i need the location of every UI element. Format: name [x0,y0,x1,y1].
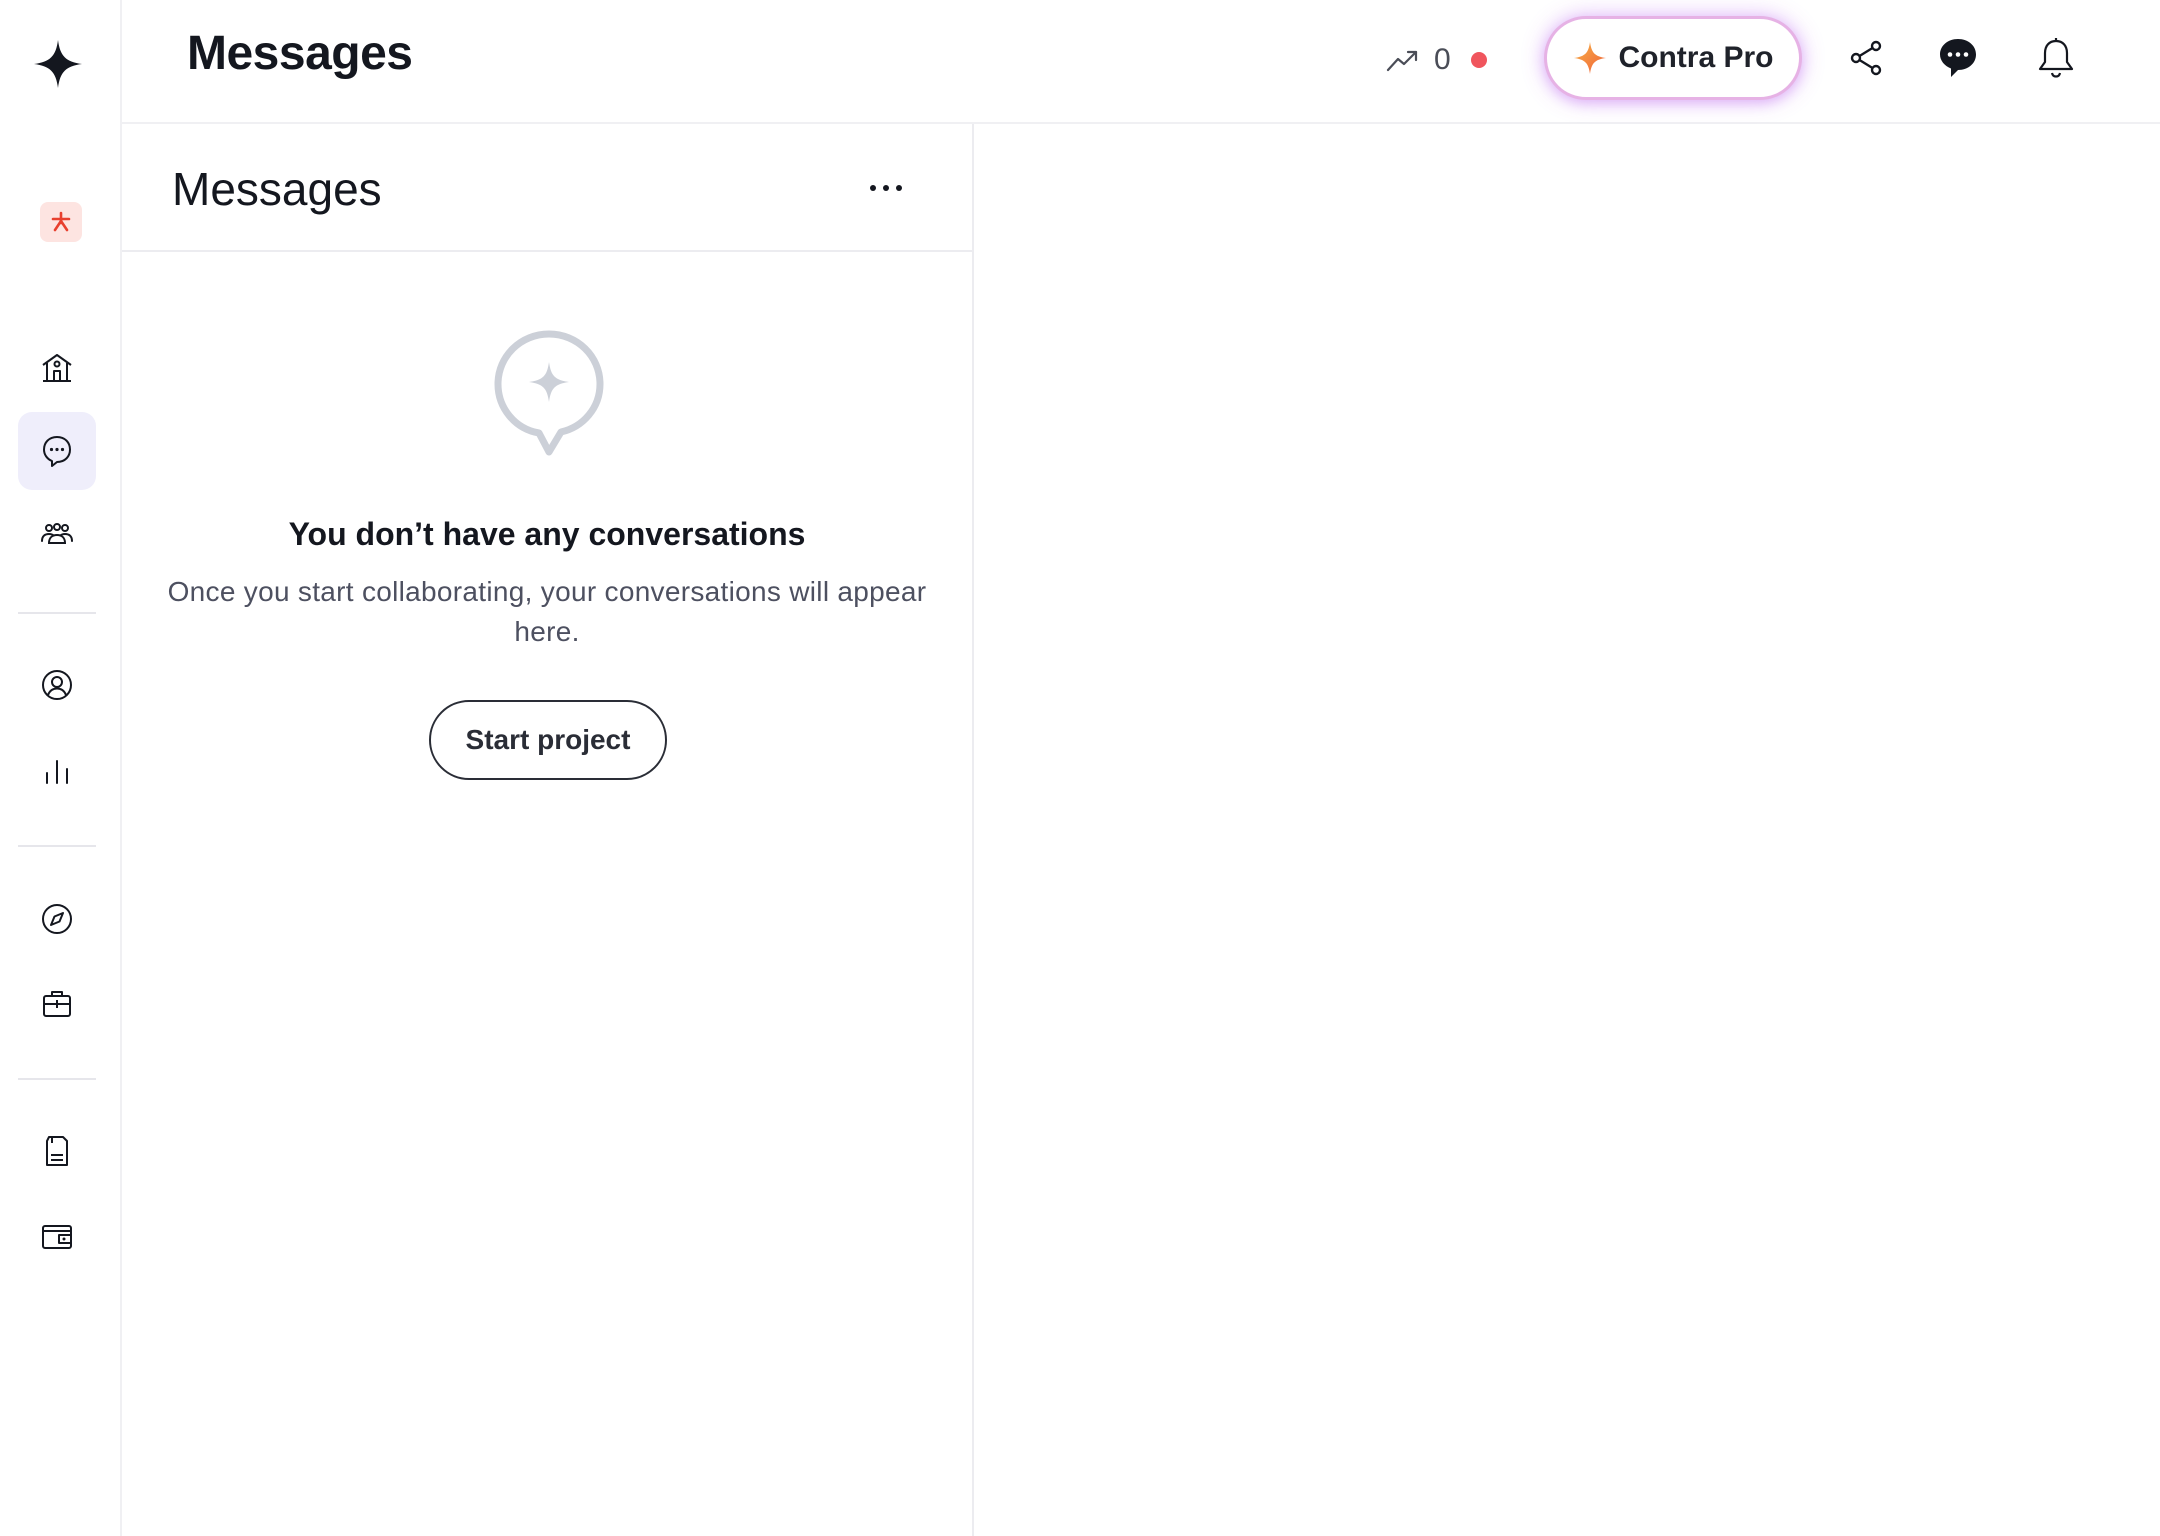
sidebar-item-community[interactable] [18,496,96,574]
document-icon [46,1136,68,1166]
sidebar-item-discover[interactable] [18,880,96,958]
asterisk-icon [51,211,71,232]
sidebar-divider [18,1078,96,1080]
sidebar-divider [18,845,96,847]
contra-logo-icon[interactable] [32,38,84,90]
empty-state-title: You don’t have any conversations [288,516,806,552]
trending-up-icon [1386,50,1418,72]
conversation-detail-pane [974,124,2160,1536]
chat-bubble-icon [43,436,71,467]
sidebar-item-home[interactable] [18,328,96,406]
messages-list-header: Messages [122,124,972,252]
chat-filled-icon [1940,39,1976,77]
wallet-icon [42,1225,72,1249]
chat-button[interactable] [1930,30,1986,86]
contra-pro-button[interactable]: Contra Pro [1544,16,1802,100]
start-project-button[interactable]: Start project [429,700,667,780]
sidebar-item-profile[interactable] [18,646,96,724]
share-icon [1850,40,1882,76]
bar-chart-icon [46,760,68,784]
contra-pro-label: Contra Pro [1618,41,1774,74]
notification-dot [1470,52,1487,68]
briefcase-icon [43,991,71,1017]
user-circle-icon [42,670,72,700]
messages-list-title: Messages [172,163,382,215]
more-options-button[interactable] [860,162,912,214]
bell-icon [2038,38,2074,78]
sidebar-item-analytics[interactable] [18,732,96,810]
sidebar-item-messages[interactable] [18,412,96,490]
empty-chat-sparkle-icon [494,330,604,456]
people-icon [41,523,73,544]
sidebar-item-wallet[interactable] [18,1196,96,1274]
sparkle-icon [1574,42,1607,74]
messages-list-panel: Messages You don’t have any conversation… [122,124,974,1536]
sidebar [0,0,122,1536]
share-button[interactable] [1838,30,1894,86]
sidebar-item-jobs[interactable] [18,964,96,1042]
empty-state-description: Once you start collaborating, your conve… [167,576,927,647]
notifications-button[interactable] [2028,30,2084,86]
building-icon [42,354,72,382]
sidebar-item-invoices[interactable] [18,1112,96,1190]
stats-indicator[interactable]: 0 [1384,38,1487,82]
workspace-badge[interactable] [40,202,82,242]
page-title: Messages [187,27,413,80]
more-horizontal-icon [870,185,902,191]
compass-icon [42,904,72,934]
top-header: Messages 0 Contra Pro [122,0,2160,124]
stat-count: 0 [1434,43,1451,76]
sidebar-divider [18,612,96,614]
